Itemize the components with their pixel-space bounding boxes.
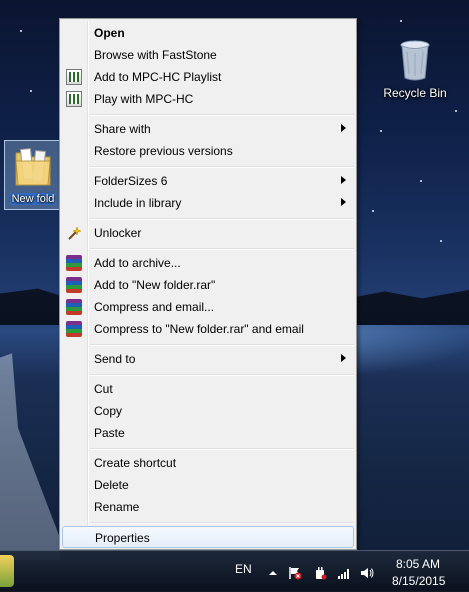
taskbar: EN 8:05 AM 8/15/2015 (0, 550, 469, 592)
new-folder-label: New fold (9, 193, 57, 205)
menu-item-label: Compress to "New folder.rar" and email (94, 322, 304, 336)
menu-separator (90, 218, 354, 220)
menu-item-include-in-library[interactable]: Include in library (62, 192, 354, 214)
action-center-flag-icon[interactable] (288, 565, 302, 580)
menu-item-label: Share with (94, 122, 151, 136)
menu-item-open[interactable]: Open (62, 22, 354, 44)
recycle-bin-shortcut[interactable]: Recycle Bin (382, 40, 448, 100)
language-indicator[interactable]: EN (235, 562, 252, 576)
menu-item-foldersizes[interactable]: FolderSizes 6 (62, 170, 354, 192)
menu-item-play-with-mpc-hc[interactable]: Play with MPC-HC (62, 88, 354, 110)
unlocker-wand-icon (66, 225, 82, 241)
mpc-hc-icon (66, 91, 82, 107)
menu-item-properties[interactable]: Properties (62, 526, 354, 548)
menu-item-label: Add to MPC-HC Playlist (94, 70, 222, 84)
menu-item-delete[interactable]: Delete (62, 474, 354, 496)
menu-separator (90, 344, 354, 346)
menu-item-restore-previous-versions[interactable]: Restore previous versions (62, 140, 354, 162)
menu-separator (90, 248, 354, 250)
menu-item-copy[interactable]: Copy (62, 400, 354, 422)
menu-item-unlocker[interactable]: Unlocker (62, 222, 354, 244)
menu-item-add-to-mpc-hc-playlist[interactable]: Add to MPC-HC Playlist (62, 66, 354, 88)
submenu-arrow-icon (341, 198, 346, 206)
folder-icon (14, 145, 52, 189)
menu-item-cut[interactable]: Cut (62, 378, 354, 400)
menu-item-label: Open (94, 26, 125, 40)
menu-item-create-shortcut[interactable]: Create shortcut (62, 452, 354, 474)
menu-item-label: Copy (94, 404, 123, 418)
menu-item-label: Add to archive... (94, 256, 181, 270)
clock-date: 8/15/2015 (392, 574, 446, 588)
menu-item-label: Paste (94, 426, 125, 440)
submenu-arrow-icon (341, 176, 346, 184)
pier-railing (0, 353, 60, 560)
menu-item-label: Restore previous versions (94, 144, 233, 158)
menu-separator (90, 374, 354, 376)
menu-item-label: Send to (94, 352, 136, 366)
recycle-bin-icon (399, 40, 431, 82)
menu-item-label: Create shortcut (94, 456, 177, 470)
start-button[interactable] (0, 555, 14, 587)
menu-item-label: Add to "New folder.rar" (94, 278, 216, 292)
menu-item-label: Play with MPC-HC (94, 92, 194, 106)
menu-item-browse-with-faststone[interactable]: Browse with FastStone (62, 44, 354, 66)
menu-item-label: Cut (94, 382, 113, 396)
winrar-icon (66, 321, 82, 337)
volume-icon[interactable] (360, 565, 374, 579)
menu-item-share-with[interactable]: Share with (62, 118, 354, 140)
clock[interactable]: 8:05 AM 8/15/2015 (390, 555, 454, 589)
power-icon[interactable] (313, 565, 327, 580)
mpc-hc-icon (66, 69, 82, 85)
menu-item-label: Rename (94, 500, 140, 514)
menu-separator (90, 522, 354, 524)
menu-separator (90, 166, 354, 168)
menu-item-add-to-new-folder-rar[interactable]: Add to "New folder.rar" (62, 274, 354, 296)
menu-item-send-to[interactable]: Send to (62, 348, 354, 370)
menu-item-compress-and-email[interactable]: Compress and email... (62, 296, 354, 318)
context-menu: Open Browse with FastStone Add to MPC-HC… (59, 18, 357, 550)
menu-item-compress-to-rar-and-email[interactable]: Compress to "New folder.rar" and email (62, 318, 354, 340)
submenu-arrow-icon (341, 124, 346, 132)
menu-item-label: Unlocker (94, 226, 142, 240)
submenu-arrow-icon (341, 354, 346, 362)
menu-item-add-to-archive[interactable]: Add to archive... (62, 252, 354, 274)
winrar-icon (66, 299, 82, 315)
winrar-icon (66, 255, 82, 271)
menu-item-label: Compress and email... (94, 300, 215, 314)
show-hidden-icons-chevron[interactable] (266, 565, 280, 579)
menu-separator (90, 448, 354, 450)
menu-item-label: Delete (94, 478, 129, 492)
clock-time: 8:05 AM (396, 557, 441, 571)
menu-item-label: Include in library (94, 196, 182, 210)
recycle-bin-label: Recycle Bin (383, 86, 447, 100)
menu-item-rename[interactable]: Rename (62, 496, 354, 518)
menu-item-label: Properties (95, 531, 150, 545)
menu-item-label: Browse with FastStone (94, 48, 217, 62)
winrar-icon (66, 277, 82, 293)
network-signal-icon[interactable] (337, 565, 351, 579)
menu-item-label: FolderSizes 6 (94, 174, 168, 188)
menu-separator (90, 114, 354, 116)
menu-item-paste[interactable]: Paste (62, 422, 354, 444)
new-folder-shortcut[interactable]: New fold (4, 140, 62, 210)
